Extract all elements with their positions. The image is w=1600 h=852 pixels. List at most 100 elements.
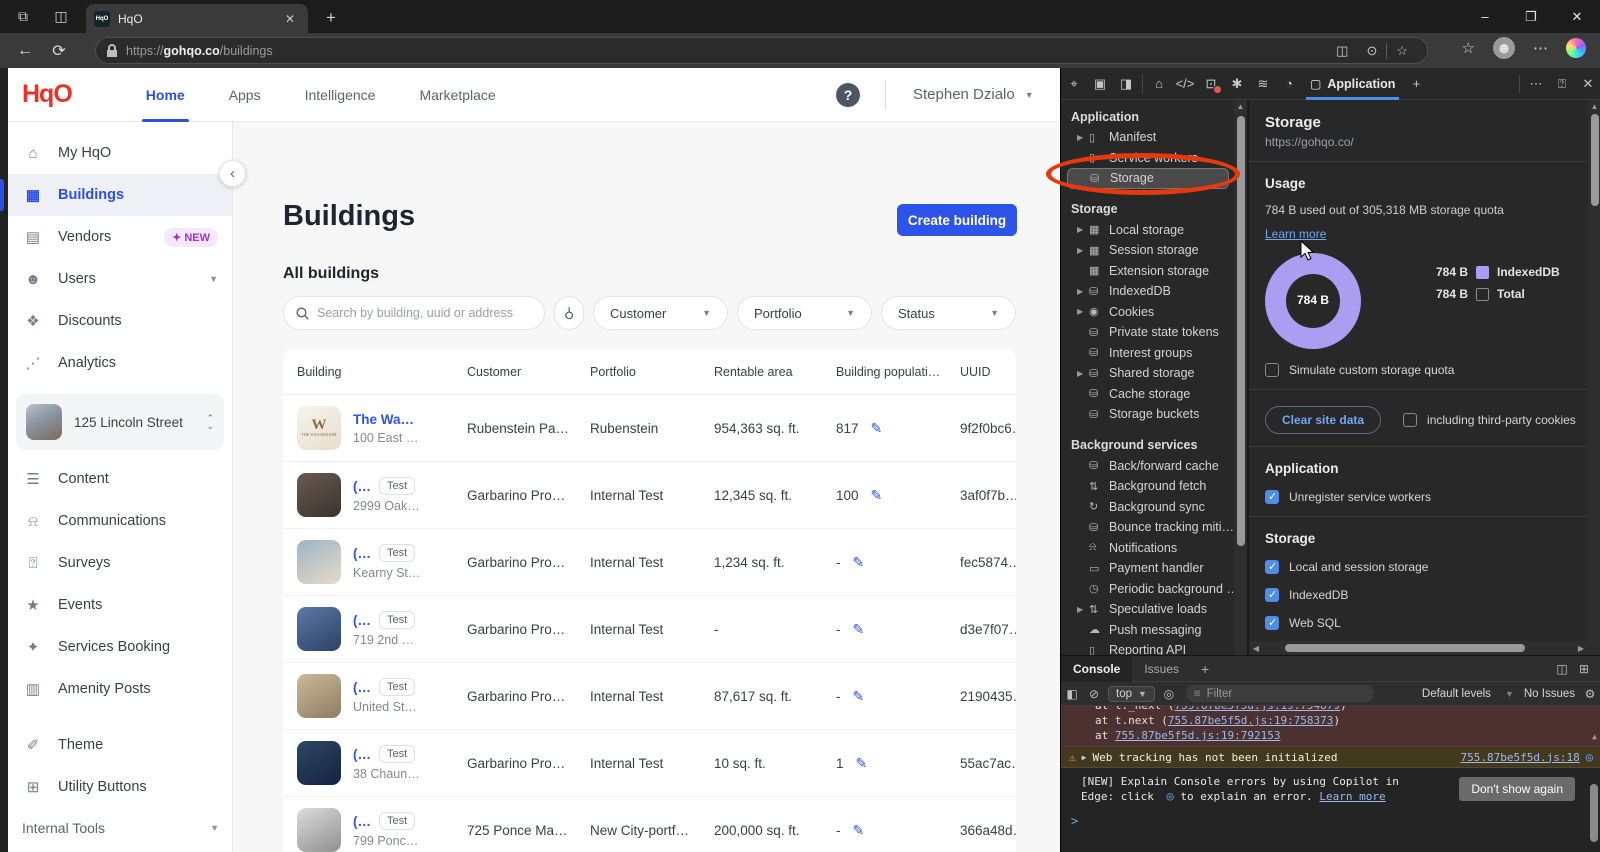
learn-more-link[interactable]: Learn more [1319, 790, 1385, 803]
expander-icon[interactable]: ▶ [1077, 369, 1089, 378]
sidebar-item[interactable]: ⋰ Analytics [8, 342, 232, 384]
checkbox-icon[interactable] [1403, 413, 1417, 427]
network-icon[interactable]: ≋ [1250, 72, 1276, 96]
tree-item[interactable]: ▯ Reporting API [1061, 640, 1233, 655]
table-row[interactable]: (… Test 719 2nd … Garbarino Pro… Interna… [283, 596, 1016, 663]
storage-pane-scrollbar[interactable]: ▲ ▼ [1588, 100, 1600, 708]
create-building-button[interactable]: Create building [897, 204, 1017, 236]
checkbox-icon[interactable] [1265, 616, 1279, 630]
tree-item[interactable]: ⇅ Background fetch [1061, 476, 1233, 497]
warning-source-link[interactable]: 755.87be5f5d.js:18 [1461, 751, 1580, 764]
dont-show-again-button[interactable]: Don't show again [1459, 777, 1575, 801]
column-header[interactable]: Portfolio [590, 365, 714, 379]
learn-more-link[interactable]: Learn more [1265, 227, 1326, 241]
filter-dropdown[interactable]: Portfolio ▼ [737, 296, 872, 330]
sidebar-footer-internal-tools[interactable]: Internal Tools ▼ [8, 810, 233, 846]
source-link[interactable]: 755.87be5f5d.js:19:754879 [1174, 706, 1340, 712]
scroll-up-icon[interactable]: ▲ [1588, 732, 1600, 741]
user-menu[interactable]: Stephen Dzialo ▼ [913, 86, 1034, 103]
filter-dropdown[interactable]: Status ▼ [881, 296, 1016, 330]
building-link[interactable]: (… [353, 613, 371, 628]
pin-filter-button[interactable]: ⚲ [554, 296, 584, 330]
console-prompt[interactable]: > [1061, 808, 1600, 828]
table-row[interactable]: (… Test United St… Garbarino Pro… Intern… [283, 663, 1016, 730]
console-tab[interactable]: Console [1061, 656, 1132, 682]
tree-item[interactable]: ▶ ⛁ IndexedDB [1061, 281, 1233, 302]
console-sidebar-icon[interactable]: ◧ [1061, 687, 1083, 701]
sidebar-item[interactable]: ❖ Discounts [8, 300, 232, 342]
split-screen-icon[interactable]: ◫ [1327, 43, 1357, 59]
table-row[interactable]: (… Test 799 Ponc… 725 Ponce Ma… New City… [283, 797, 1016, 852]
checkbox-icon[interactable] [1265, 363, 1279, 377]
inspect-icon[interactable]: ⌖ [1061, 72, 1087, 96]
browser-menu-icon[interactable]: ⋯ [1523, 39, 1558, 57]
scroll-left-icon[interactable]: ◀ [1249, 644, 1263, 653]
sidebar-item[interactable]: ✦ Services Booking [8, 626, 232, 668]
simulate-quota-checkbox-row[interactable]: Simulate custom storage quota [1265, 363, 1587, 377]
sidebar-item[interactable]: ⍾ Communications [8, 500, 232, 542]
copilot-icon[interactable] [1566, 38, 1586, 58]
expander-icon[interactable]: ▶ [1077, 287, 1089, 296]
tree-item[interactable]: ▶ ⛁ Shared storage [1061, 363, 1233, 384]
building-link[interactable]: (… [353, 546, 371, 561]
column-header[interactable]: Building [297, 365, 467, 379]
minimize-button[interactable]: – [1462, 0, 1508, 33]
help-button[interactable]: ? [836, 83, 860, 107]
building-link[interactable]: The Wa… [353, 412, 414, 427]
clear-site-data-button[interactable]: Clear site data [1265, 406, 1381, 434]
tree-item[interactable]: ▦ Extension storage [1061, 261, 1233, 282]
sidebar-item[interactable]: ▦ Buildings [8, 174, 232, 216]
nav-item[interactable]: Apps [207, 68, 283, 122]
scrollbar-thumb[interactable] [1591, 114, 1599, 206]
expander-icon[interactable]: ▶ [1077, 605, 1089, 614]
context-selector[interactable]: top ▼ [1108, 686, 1155, 702]
home-icon[interactable]: ⌂ [1146, 72, 1172, 96]
tree-item[interactable]: ▶ ▦ Session storage [1061, 240, 1233, 261]
scrollbar-thumb[interactable] [1237, 116, 1245, 546]
storage-checkbox-row[interactable]: Local and session storage [1265, 560, 1587, 574]
tree-item[interactable]: ↻ Background sync [1061, 497, 1233, 518]
dock-side-icon[interactable]: ◨ [1113, 72, 1139, 96]
nav-item[interactable]: Marketplace [397, 68, 517, 122]
building-link[interactable]: (… [353, 680, 371, 695]
expand-drawer-icon[interactable]: ⊞ [1573, 662, 1595, 676]
close-button[interactable]: ✕ [1554, 0, 1600, 33]
storage-checkbox-row[interactable]: IndexedDB [1265, 588, 1587, 602]
edit-pencil-icon[interactable]: ✎ [853, 554, 865, 571]
live-expression-icon[interactable]: ◎ [1158, 687, 1180, 701]
tree-item[interactable]: ⛁ Interest groups [1061, 343, 1233, 364]
expander-icon[interactable]: ▶ [1082, 753, 1087, 762]
edit-pencil-icon[interactable]: ✎ [853, 822, 865, 839]
bookmark-star-icon[interactable]: ☆ [1387, 43, 1417, 59]
edit-pencil-icon[interactable]: ✎ [853, 621, 865, 638]
sidebar-collapse-button[interactable]: ‹ [219, 160, 246, 187]
tree-item[interactable]: ▭ Payment handler [1061, 558, 1233, 579]
workspaces-icon[interactable]: ⧉ [8, 5, 38, 29]
browser-tab[interactable]: HqO HqO ✕ [86, 4, 308, 33]
dock-drawer-icon[interactable]: ◫ [1551, 662, 1573, 676]
scrollbar-thumb[interactable] [1285, 644, 1525, 652]
sidebar-item[interactable]: ⌂ My HqO [8, 132, 232, 174]
tree-item[interactable]: ⛁ Storage buckets [1061, 404, 1233, 425]
tree-item[interactable]: ⛁ Private state tokens [1061, 322, 1233, 343]
more-tabs-button[interactable]: + [1403, 72, 1429, 96]
new-tab-button[interactable]: + [318, 6, 344, 30]
console-drawer-icon[interactable]: ⊡ [1198, 72, 1224, 96]
tree-item[interactable]: ⛁ Back/forward cache [1061, 456, 1233, 477]
checkbox-icon[interactable] [1265, 560, 1279, 574]
tree-item[interactable]: ⛁ Bounce tracking miti… [1061, 517, 1233, 538]
expander-icon[interactable]: ▶ [1077, 307, 1089, 316]
edit-pencil-icon[interactable]: ✎ [856, 755, 868, 772]
sidebar-item[interactable]: ☰ Content [8, 458, 232, 500]
console-tab[interactable]: Issues [1132, 656, 1191, 682]
building-link[interactable]: (… [353, 747, 371, 762]
profile-avatar[interactable]: ☻ [1493, 37, 1515, 59]
table-row[interactable]: W THE WANAMAKER The Wa… 100 East … [283, 395, 1016, 462]
console-warning-row[interactable]: ⚠ ▶ Web tracking has not been initialize… [1061, 747, 1600, 768]
table-row[interactable]: (… Test 38 Chaun… Garbarino Pro… Interna… [283, 730, 1016, 797]
tree-item[interactable]: ◷ Periodic background … [1061, 579, 1233, 600]
tree-item[interactable]: ▶ ◉ Cookies [1061, 302, 1233, 323]
edit-pencil-icon[interactable]: ✎ [871, 420, 883, 437]
sidebar-item[interactable]: ☻ Users ▼ [8, 258, 232, 300]
console-filter-input[interactable]: ≡ Filter [1186, 685, 1374, 702]
